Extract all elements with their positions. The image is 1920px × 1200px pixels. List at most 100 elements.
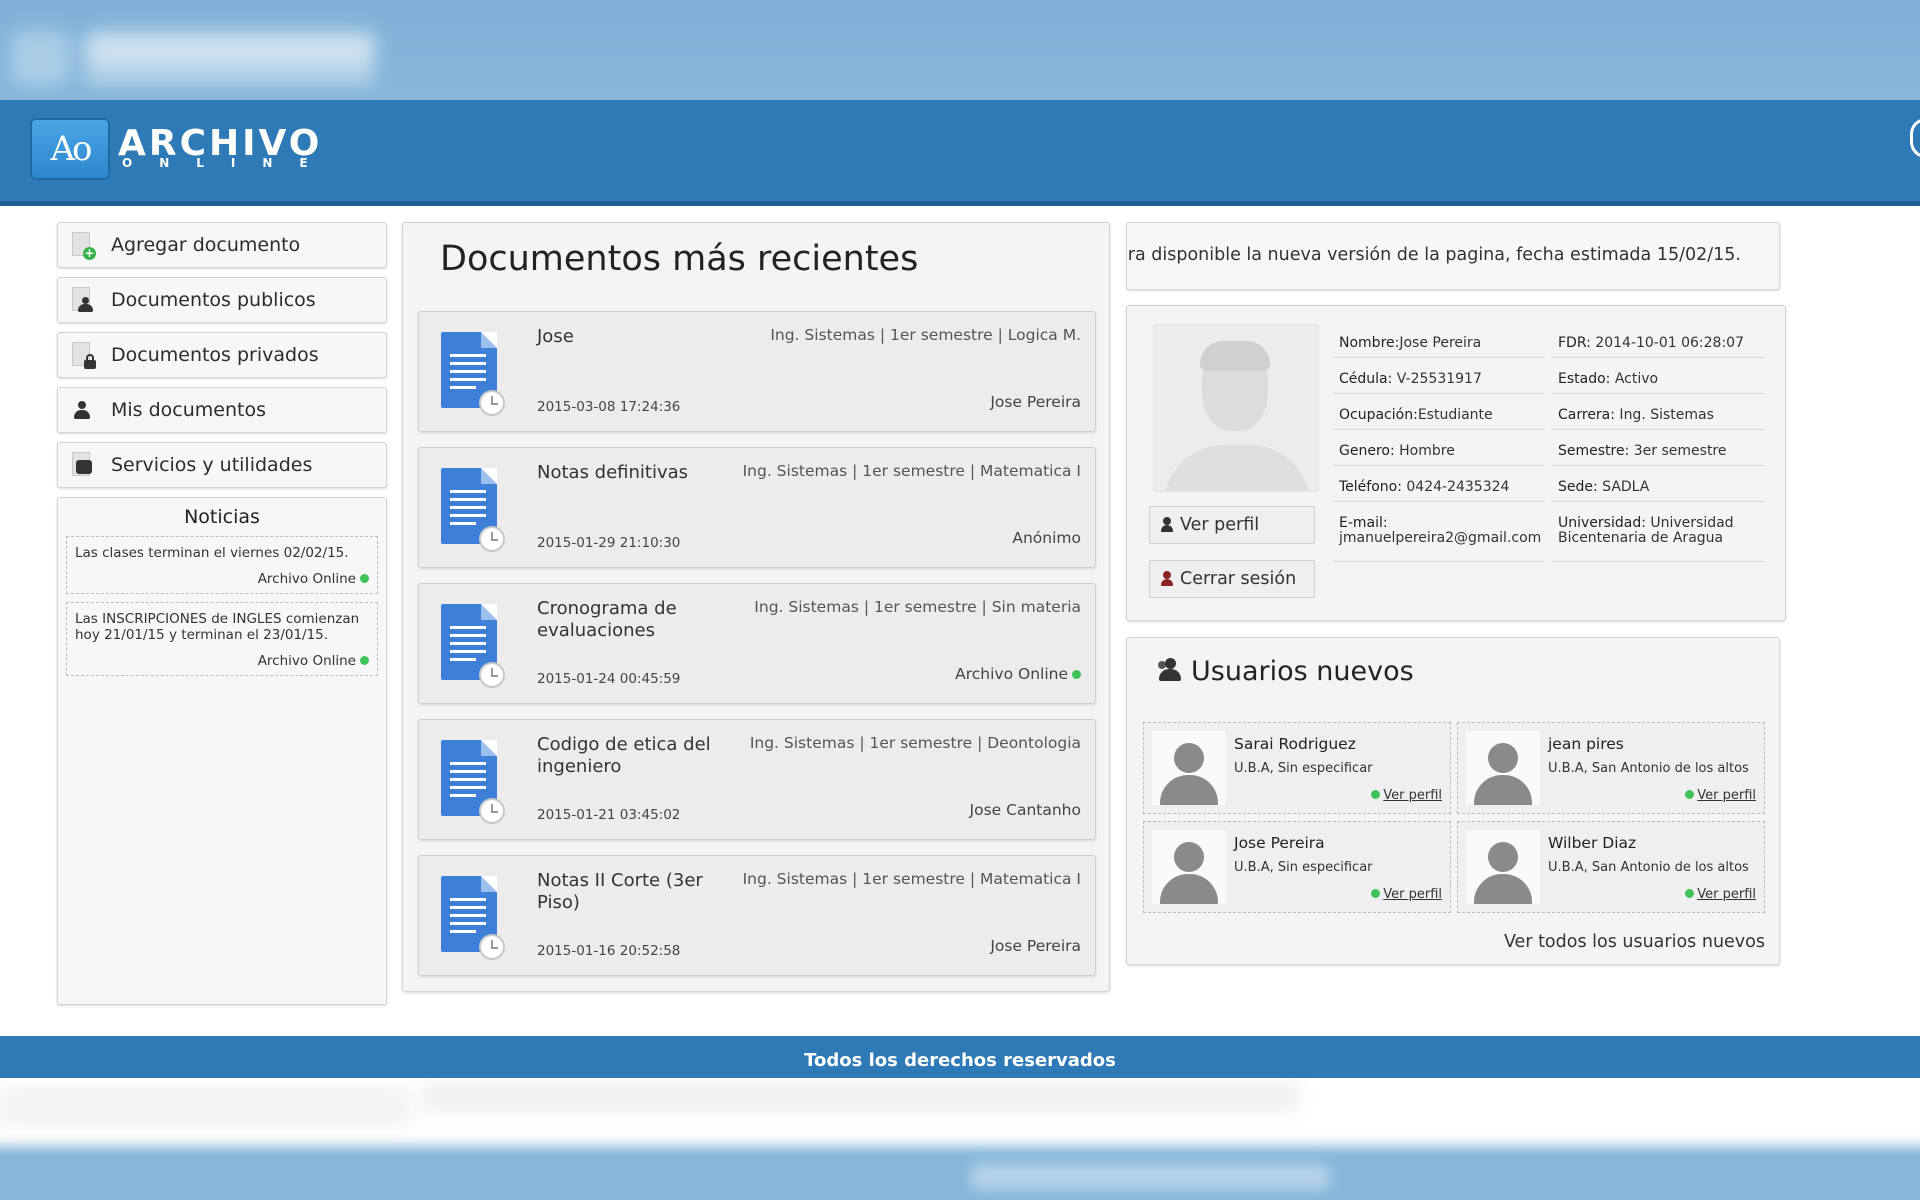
document-author-name: Jose Cantanho [969, 801, 1081, 819]
profile-photo [1153, 324, 1319, 492]
document-name[interactable]: Codigo de etica del ingeniero [537, 734, 737, 778]
clock-icon [479, 526, 505, 552]
logo-subtitle: ONLINE [122, 156, 335, 170]
sidebar-item-add-document[interactable]: + Agregar documento [57, 222, 387, 268]
document-date: 2015-01-21 03:45:02 [537, 807, 681, 823]
document-icon [441, 876, 505, 960]
document-meta: Ing. Sistemas | 1er semestre | Sin mater… [754, 598, 1081, 616]
field-value: SADLA [1597, 479, 1650, 495]
document-author-name: Anónimo [1012, 529, 1081, 547]
field-value: jmanuelpereira2@gmail.com [1339, 530, 1542, 546]
field-value: 2014-10-01 06:28:07 [1590, 335, 1744, 351]
document-author: Jose Pereira [990, 393, 1081, 411]
logout-label: Cerrar sesión [1180, 569, 1297, 589]
new-users-panel: Usuarios nuevos Sarai Rodriguez U.B.A, S… [1126, 637, 1780, 965]
document-icon [441, 604, 505, 688]
sidebar-item-services[interactable]: Servicios y utilidades [57, 442, 387, 488]
field-key: Universidad: [1558, 515, 1646, 531]
view-profile-button[interactable]: Ver perfil [1149, 506, 1315, 544]
document-card[interactable]: Jose 2015-03-08 17:24:36 Ing. Sistemas |… [418, 311, 1096, 432]
field-key: FDR: [1558, 335, 1591, 351]
avatar[interactable] [1152, 731, 1226, 805]
footer-text: Todos los derechos reservados [804, 1050, 1116, 1071]
clock-icon [479, 798, 505, 824]
clock-icon [479, 662, 505, 688]
logout-user-icon [1160, 571, 1174, 587]
online-status-icon [360, 574, 369, 583]
news-title: Noticias [184, 506, 260, 528]
user-info: U.B.A, Sin especificar [1234, 761, 1373, 776]
announcement-marquee: :ara disponible la nueva versión de la p… [1126, 222, 1780, 290]
document-name[interactable]: Notas definitivas [537, 462, 737, 484]
user-card: Jose Pereira U.B.A, Sin especificar Ver … [1143, 821, 1451, 913]
document-date: 2015-03-08 17:24:36 [537, 399, 681, 415]
online-status-icon [1371, 790, 1381, 799]
field-key: Semestre: [1558, 443, 1630, 459]
view-profile-link-label: Ver perfil [1697, 788, 1756, 803]
user-name: Wilber Diaz [1548, 834, 1637, 852]
sidebar-item-my-documents[interactable]: Mis documentos [57, 387, 387, 433]
field-value: Estudiante [1417, 407, 1493, 423]
document-meta: Ing. Sistemas | 1er semestre | Deontolog… [749, 734, 1081, 752]
news-text: Las INSCRIPCIONES de INGLES comienzan ho… [75, 611, 360, 643]
document-author-name: Jose Pereira [990, 937, 1081, 955]
document-name[interactable]: Cronograma de evaluaciones [537, 598, 737, 642]
online-status-icon [360, 656, 369, 665]
new-users-title: Usuarios nuevos [1191, 656, 1414, 687]
profile-field-telefono: Teléfono: 0424-2435324 [1333, 480, 1545, 502]
document-card[interactable]: Notas II Corte (3er Piso) 2015-01-16 20:… [418, 855, 1096, 976]
news-source: Archivo Online [75, 653, 369, 669]
document-card[interactable]: Cronograma de evaluaciones 2015-01-24 00… [418, 583, 1096, 704]
profile-field-semestre: Semestre: 3er semestre [1552, 444, 1764, 466]
view-all-new-users-link[interactable]: Ver todos los usuarios nuevos [1504, 932, 1765, 952]
news-panel: Noticias Las clases terminan el viernes … [57, 497, 387, 1005]
view-profile-link-label: Ver perfil [1383, 788, 1442, 803]
online-status-icon [1685, 790, 1695, 799]
logo-icon[interactable]: Ao [30, 118, 110, 180]
avatar[interactable] [1152, 830, 1226, 904]
document-icon [441, 332, 505, 416]
document-icon [441, 468, 505, 552]
profile-field-genero: Genero: Hombre [1333, 444, 1545, 466]
recent-documents-panel: Documentos más recientes Jose 2015-03-08… [402, 222, 1110, 992]
online-status-icon [1685, 889, 1695, 898]
clock-icon [479, 390, 505, 416]
view-profile-link[interactable]: Ver perfil [1685, 887, 1756, 902]
user-info: U.B.A, Sin especificar [1234, 860, 1373, 875]
user-icon [68, 395, 98, 425]
document-author-name: Jose Pereira [990, 393, 1081, 411]
field-value: V-25531917 [1392, 371, 1482, 387]
document-name[interactable]: Notas II Corte (3er Piso) [537, 870, 737, 914]
avatar[interactable] [1466, 830, 1540, 904]
user-info: U.B.A, San Antonio de los altos [1548, 761, 1749, 776]
field-key: Carrera: [1558, 407, 1615, 423]
private-documents-icon [68, 340, 98, 370]
add-document-icon: + [68, 230, 98, 260]
user-card: Sarai Rodriguez U.B.A, Sin especificar V… [1143, 722, 1451, 814]
view-profile-link[interactable]: Ver perfil [1371, 788, 1442, 803]
sidebar-item-public-documents[interactable]: Documentos publicos [57, 277, 387, 323]
view-profile-link-label: Ver perfil [1383, 887, 1442, 902]
online-status-icon [1072, 670, 1081, 679]
document-icon [441, 740, 505, 824]
view-profile-link[interactable]: Ver perfil [1371, 887, 1442, 902]
sidebar-item-label: Documentos privados [111, 344, 319, 366]
field-key: Nombre: [1339, 335, 1400, 351]
profile-field-sede: Sede: SADLA [1552, 480, 1764, 502]
sidebar-item-private-documents[interactable]: Documentos privados [57, 332, 387, 378]
document-name[interactable]: Jose [537, 326, 737, 348]
field-key: Ocupación: [1339, 407, 1418, 423]
user-name: Sarai Rodriguez [1234, 735, 1356, 753]
view-profile-link[interactable]: Ver perfil [1685, 788, 1756, 803]
document-card[interactable]: Notas definitivas 2015-01-29 21:10:30 In… [418, 447, 1096, 568]
profile-field-fdr: FDR: 2014-10-01 06:28:07 [1552, 336, 1764, 358]
document-date: 2015-01-16 20:52:58 [537, 943, 681, 959]
news-item: Las INSCRIPCIONES de INGLES comienzan ho… [66, 602, 378, 676]
sidebar-item-label: Servicios y utilidades [111, 454, 313, 476]
document-card[interactable]: Codigo de etica del ingeniero 2015-01-21… [418, 719, 1096, 840]
field-value: Ing. Sistemas [1614, 407, 1714, 423]
avatar[interactable] [1466, 731, 1540, 805]
page-title: Documentos más recientes [440, 239, 919, 279]
logout-button[interactable]: Cerrar sesión [1149, 560, 1315, 598]
site-footer: Todos los derechos reservados [0, 1036, 1920, 1078]
